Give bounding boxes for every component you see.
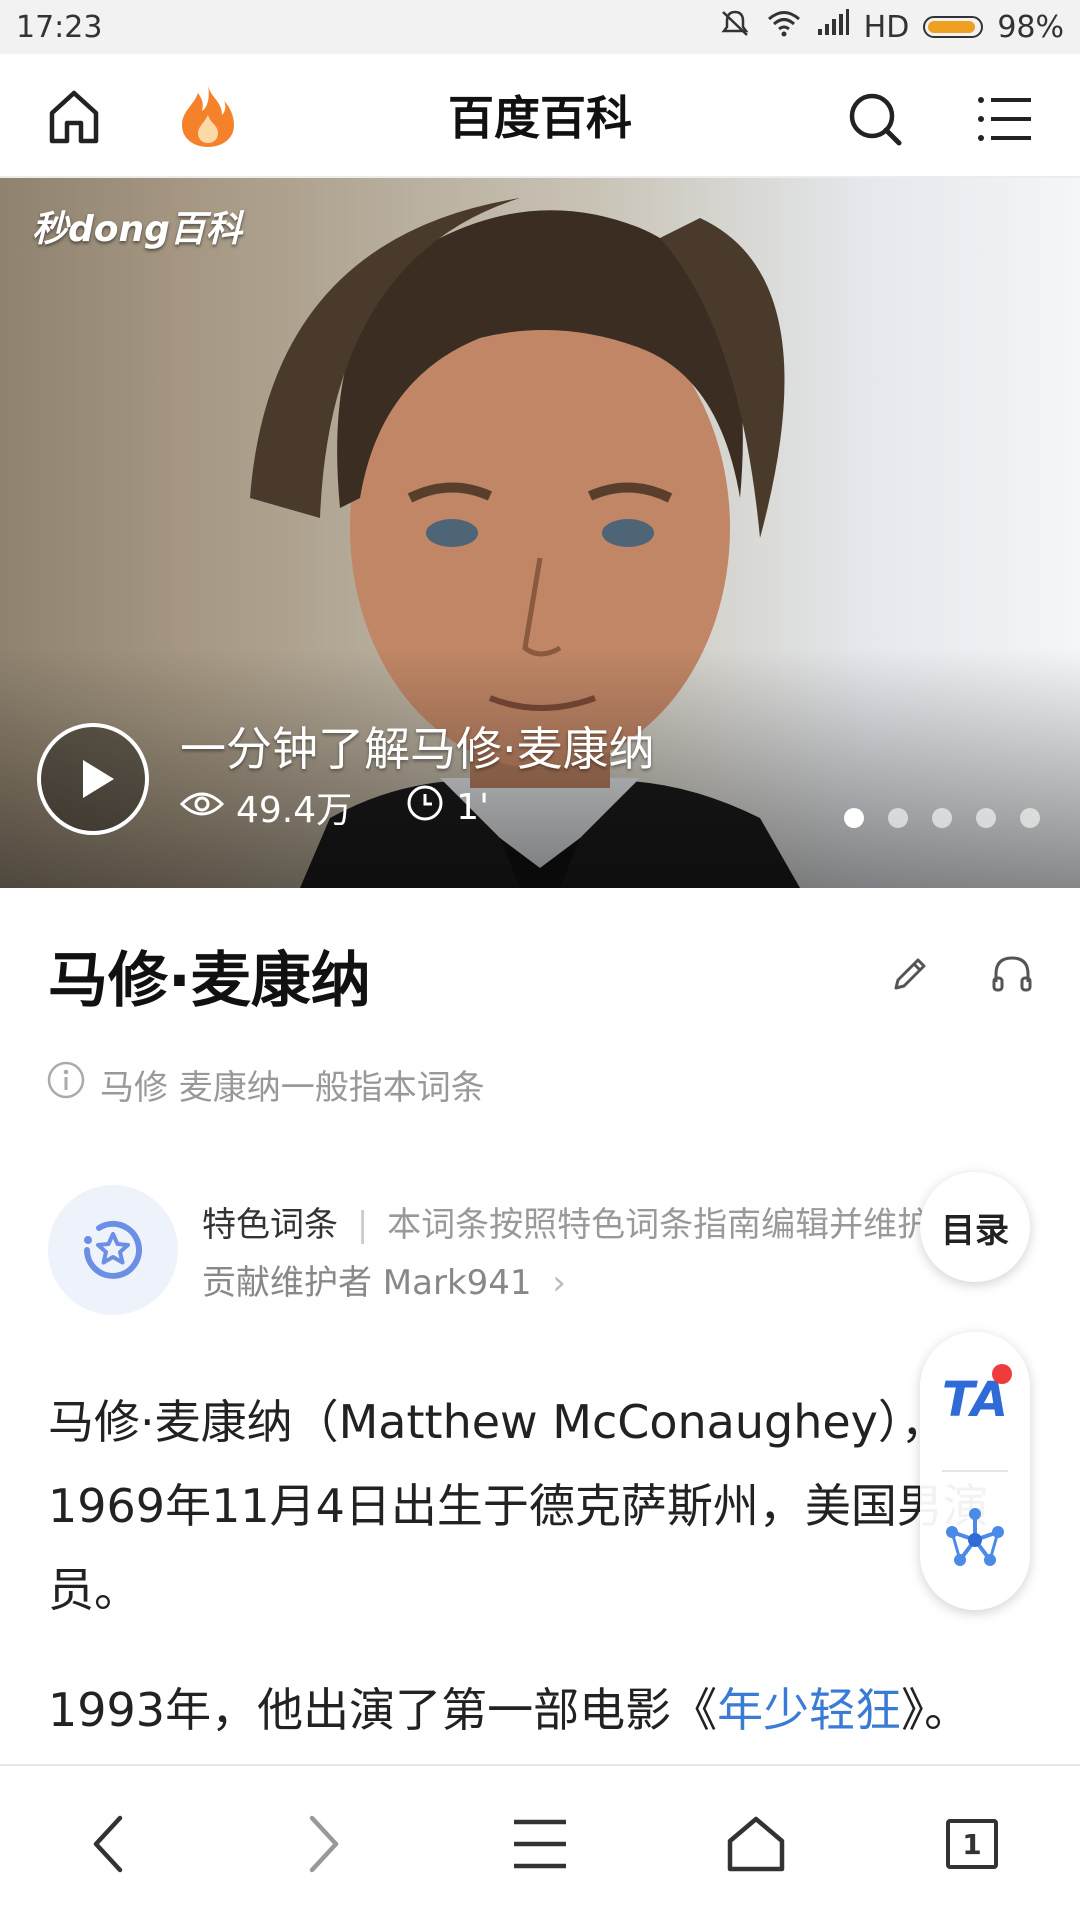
forward-arrow-icon <box>309 1815 339 1873</box>
browser-menu-button[interactable] <box>432 1766 648 1922</box>
video-duration: 1' <box>456 786 489 828</box>
paragraph-text-start: 1993年，他出演了第一部电影《 <box>48 1683 718 1737</box>
disambiguation-text: 马修 麦康纳一般指本词条 <box>100 1068 485 1108</box>
browser-home-button[interactable] <box>648 1766 864 1922</box>
wifi-icon <box>766 8 802 46</box>
network-type: HD <box>863 9 910 45</box>
fire-icon[interactable] <box>168 76 248 156</box>
video-title: 一分钟了解马修·麦康纳 <box>180 722 655 776</box>
menu-icon[interactable] <box>970 84 1040 154</box>
page-title: 百度百科 <box>448 91 632 145</box>
intro-paragraph: 马修·麦康纳（Matthew McConaughey），1969年11月4日出生… <box>48 1395 989 1617</box>
clock-icon <box>406 784 444 831</box>
carousel-dot[interactable] <box>932 808 952 828</box>
play-button[interactable] <box>36 722 150 836</box>
floating-toolbar: TA <box>920 1332 1030 1610</box>
ta-button[interactable]: TA <box>920 1350 1030 1450</box>
status-bar: 17:23 HD 98% <box>0 0 1080 54</box>
disambiguation-note[interactable]: 马修 麦康纳一般指本词条 <box>46 1060 485 1109</box>
featured-label: 特色词条 <box>202 1205 338 1245</box>
info-icon <box>46 1060 86 1109</box>
star-badge-icon <box>84 1220 142 1279</box>
featured-desc: 本词条按照特色词条指南编辑并维护 <box>387 1205 932 1245</box>
notification-dot <box>992 1364 1012 1384</box>
career-paragraph: 1993年，他出演了第一部电影《年少轻狂》。 <box>48 1668 1038 1752</box>
signal-icon <box>816 9 850 45</box>
carousel-dots[interactable] <box>844 808 1040 828</box>
featured-badge <box>48 1185 178 1315</box>
featured-entry[interactable]: 特色词条 | 本词条按照特色词条指南编辑并维护 贡献维护者 Mark941 › <box>48 1185 998 1315</box>
forward-button[interactable] <box>216 1766 432 1922</box>
relation-graph-icon <box>946 1508 1004 1566</box>
featured-separator: | <box>356 1205 369 1245</box>
hamburger-icon <box>514 1819 566 1869</box>
maintainer-text: 贡献维护者 Mark941 <box>202 1263 532 1303</box>
headphones-icon[interactable] <box>982 944 1042 1004</box>
video-meta: 49.4万 1' <box>179 781 489 833</box>
carousel-dot[interactable] <box>844 808 864 828</box>
back-button[interactable] <box>0 1766 216 1922</box>
back-arrow-icon <box>93 1815 123 1873</box>
toc-button[interactable]: 目录 <box>920 1172 1030 1282</box>
search-icon[interactable] <box>840 84 910 154</box>
article-title: 马修·麦康纳 <box>48 946 371 1016</box>
home-icon[interactable] <box>34 82 114 152</box>
maintainer-line[interactable]: 贡献维护者 Mark941 › <box>202 1255 566 1304</box>
eye-icon <box>179 787 225 828</box>
tabs-button[interactable]: 1 <box>864 1766 1080 1922</box>
edit-icon[interactable] <box>880 944 940 1004</box>
relation-graph-button[interactable] <box>920 1482 1030 1592</box>
view-count: 49.4万 <box>236 790 353 831</box>
top-bar: 百度百科 <box>0 54 1080 178</box>
featured-line: 特色词条 | 本词条按照特色词条指南编辑并维护 <box>202 1197 992 1246</box>
chevron-right-icon: › <box>552 1263 566 1303</box>
browser-bottom-bar: 1 <box>0 1764 1080 1920</box>
mute-icon <box>718 8 752 46</box>
battery-icon <box>923 16 984 38</box>
play-icon <box>37 723 149 835</box>
battery-percent: 98% <box>997 9 1064 45</box>
toolbar-divider <box>942 1470 1008 1472</box>
carousel-dot[interactable] <box>888 808 908 828</box>
paragraph-text-end: 》。 <box>901 1683 971 1737</box>
tab-count: 1 <box>946 1819 998 1869</box>
status-icons: HD 98% <box>718 8 1064 46</box>
carousel-dot[interactable] <box>976 808 996 828</box>
video-logo: 秒dong百科 <box>32 209 242 250</box>
carousel-dot[interactable] <box>1020 808 1040 828</box>
movie-link[interactable]: 年少轻狂 <box>717 1683 901 1737</box>
video-banner[interactable]: 秒dong百科 一分钟了解马修·麦康纳 49.4万 1' <box>0 178 1080 888</box>
home-outline-icon <box>727 1816 785 1872</box>
status-time: 17:23 <box>16 9 103 45</box>
